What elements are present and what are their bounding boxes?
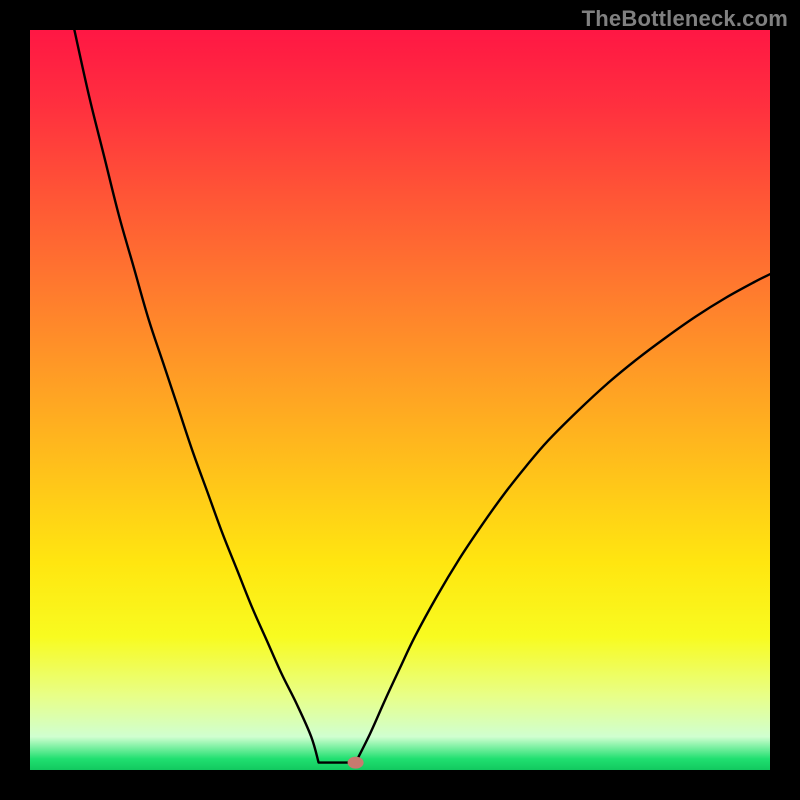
chart-frame: TheBottleneck.com [0, 0, 800, 800]
watermark-text: TheBottleneck.com [582, 6, 788, 32]
gradient-background [30, 30, 770, 770]
plot-area [30, 30, 770, 770]
optimal-marker [348, 757, 364, 769]
chart-svg [30, 30, 770, 770]
